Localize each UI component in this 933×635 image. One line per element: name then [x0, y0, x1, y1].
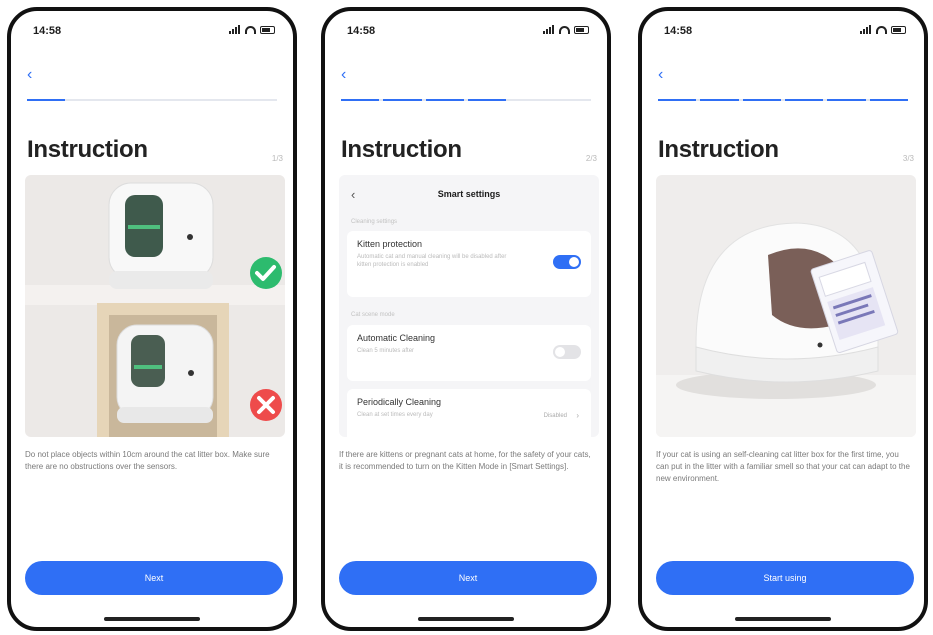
progress-segment — [553, 99, 591, 101]
cross-icon — [250, 389, 282, 421]
next-button[interactable]: Next — [339, 561, 597, 595]
battery-icon — [260, 25, 275, 34]
battery-icon — [891, 25, 906, 34]
progress-segment — [154, 99, 192, 101]
progress-segment — [827, 99, 866, 101]
instruction-text: If your cat is using an self-cleaning ca… — [656, 450, 910, 483]
status-time: 14:58 — [33, 25, 62, 37]
start-using-button[interactable]: Start using — [656, 561, 914, 595]
progress-segment — [341, 99, 380, 101]
status-time: 14:58 — [664, 25, 693, 37]
phone-screen-step-2: 14:58 ‹ Instruction 2/3 ‹ Smart settings… — [321, 7, 611, 631]
progress-segment — [658, 99, 697, 101]
kitten-toggle — [553, 255, 581, 269]
check-icon — [250, 257, 282, 289]
status-bar: 14:58 — [33, 25, 275, 41]
progress-segment — [869, 99, 908, 101]
progress-segment — [27, 99, 66, 101]
progress-segment — [510, 99, 548, 101]
cellular-signal-icon — [860, 25, 872, 34]
chevron-left-icon[interactable]: ‹ — [658, 66, 663, 84]
page-indicator: 1/3 — [271, 154, 283, 163]
phone-screen-step-1: 14:58 ‹ Instruction 1/3 Do not place obj… — [7, 7, 297, 631]
battery-icon — [574, 25, 589, 34]
progress-segment — [467, 99, 507, 101]
setting-name: Kitten protection — [357, 239, 423, 249]
step-progress-bar — [658, 99, 908, 101]
wifi-icon — [245, 25, 256, 34]
home-indicator — [735, 617, 831, 621]
litter-box-placement-image — [25, 175, 285, 437]
wifi-icon — [876, 25, 887, 34]
progress-segment — [742, 99, 781, 101]
progress-segment — [69, 99, 107, 101]
section-label: Cat scene mode — [351, 312, 395, 318]
page-indicator: 2/3 — [585, 154, 597, 163]
progress-segment — [700, 99, 739, 101]
setting-name: Automatic Cleaning — [357, 333, 436, 343]
phone-screen-step-3: 14:58 ‹ Instruction 3/3 If your cat is u… — [638, 7, 928, 631]
setting-desc: Clean 5 minutes after — [357, 348, 415, 354]
home-indicator — [104, 617, 200, 621]
status-bar: 14:58 — [664, 25, 906, 41]
chevron-right-icon: › — [576, 411, 579, 420]
chevron-left-icon[interactable]: ‹ — [27, 66, 32, 84]
kitten-protection-row: Kitten protection Automatic cat and manu… — [347, 231, 591, 297]
page-title: Instruction — [27, 136, 148, 163]
automatic-cleaning-row: Automatic Cleaning Clean 5 minutes after — [347, 325, 591, 381]
progress-segment — [112, 99, 150, 101]
status-bar: 14:58 — [347, 25, 589, 41]
page-title: Instruction — [658, 136, 779, 163]
wifi-icon — [559, 25, 570, 34]
next-button[interactable]: Next — [25, 561, 283, 595]
progress-segment — [239, 99, 277, 101]
setting-desc: Clean at set times every day — [357, 412, 433, 418]
automatic-cleaning-toggle — [553, 345, 581, 359]
litter-box-photo — [656, 175, 916, 437]
cellular-signal-icon — [229, 25, 241, 34]
periodic-cleaning-row: Periodically Cleaning Clean at set times… — [347, 389, 591, 437]
step-progress-bar — [341, 99, 591, 101]
chevron-left-icon[interactable]: ‹ — [341, 66, 346, 84]
setting-desc: Automatic cat and manual cleaning will b… — [357, 254, 507, 268]
progress-segment — [196, 99, 234, 101]
litter-box-with-litter-bag-image — [656, 175, 916, 437]
page-indicator: 3/3 — [902, 154, 914, 163]
setting-name: Periodically Cleaning — [357, 397, 442, 407]
progress-segment — [784, 99, 824, 101]
settings-title: Smart settings — [437, 189, 501, 199]
status-time: 14:58 — [347, 25, 376, 37]
page-title: Instruction — [341, 136, 462, 163]
setting-value: Disabled — [543, 413, 567, 419]
section-label: Cleaning settings — [351, 219, 398, 225]
instruction-text: Do not place objects within 10cm around … — [25, 450, 270, 471]
smart-settings-screenshot: ‹ Smart settings Cleaning settings Kitte… — [339, 175, 599, 437]
settings-header: ‹ Smart settings — [339, 185, 599, 207]
progress-segment — [425, 99, 464, 101]
home-indicator — [418, 617, 514, 621]
progress-segment — [383, 99, 422, 101]
placement-illustration — [25, 175, 285, 437]
instruction-text: If there are kittens or pregnant cats at… — [339, 450, 591, 471]
cellular-signal-icon — [543, 25, 555, 34]
step-progress-bar — [27, 99, 277, 101]
